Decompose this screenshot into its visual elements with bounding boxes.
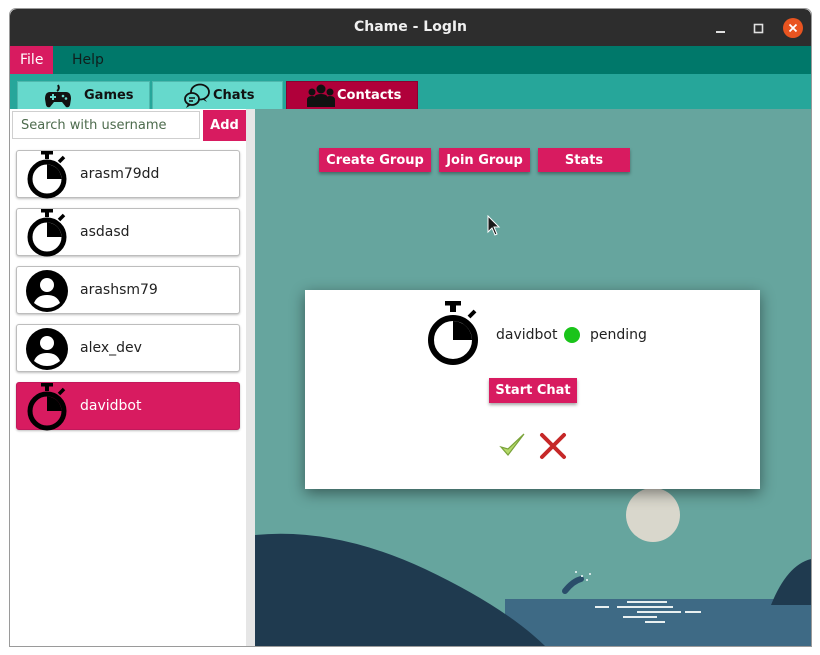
close-button[interactable] — [783, 18, 803, 38]
contact-item-arashsm79[interactable]: arashsm79 — [16, 266, 240, 314]
minimize-button[interactable] — [710, 18, 730, 38]
app-window: Chame - LogIn File Help Games Chats Cont… — [9, 8, 812, 647]
window-title: Chame - LogIn — [353, 19, 468, 35]
contact-request-dialog: davidbot pending Start Chat — [305, 290, 760, 489]
contact-name: arasm79dd — [80, 166, 160, 182]
join-group-button[interactable]: Join Group — [439, 148, 530, 172]
tab-contacts-label: Contacts — [337, 88, 402, 103]
accept-check-icon[interactable] — [498, 430, 526, 460]
tab-bar: Games Chats Contacts — [10, 74, 811, 109]
person-icon — [23, 267, 71, 315]
gamepad-icon — [44, 83, 72, 109]
contacts-sidebar: Add arasm79dd — [10, 109, 255, 646]
menu-file[interactable]: File — [10, 46, 54, 74]
contact-name: arashsm79 — [80, 282, 158, 298]
menu-help[interactable]: Help — [62, 46, 114, 74]
contact-item-alex-dev[interactable]: alex_dev — [16, 324, 240, 372]
main-panel: Create Group Join Group Stats davidbot p… — [255, 109, 811, 646]
tab-games[interactable]: Games — [17, 81, 150, 109]
dialog-status-text: pending — [590, 327, 647, 343]
contact-item-asdasd[interactable]: asdasd — [16, 208, 240, 257]
contact-name: alex_dev — [80, 340, 142, 356]
tab-chats-label: Chats — [213, 88, 255, 103]
contact-item-arasm79dd[interactable]: arasm79dd — [16, 150, 240, 199]
mouse-cursor-icon — [487, 215, 501, 236]
status-indicator — [564, 327, 580, 343]
search-input[interactable] — [12, 111, 200, 139]
menu-bar: File Help — [10, 46, 811, 74]
minimize-icon — [716, 31, 725, 33]
dialog-contact-name: davidbot — [496, 327, 558, 343]
tab-chats[interactable]: Chats — [152, 81, 283, 109]
person-icon — [23, 325, 71, 373]
stopwatch-icon — [23, 151, 71, 199]
create-group-button[interactable]: Create Group — [319, 148, 431, 172]
title-bar[interactable]: Chame - LogIn — [10, 9, 811, 46]
close-icon — [788, 23, 798, 33]
stats-button[interactable]: Stats — [538, 148, 630, 172]
reject-x-icon[interactable] — [538, 431, 568, 461]
stopwatch-icon — [425, 301, 483, 367]
maximize-icon — [753, 23, 764, 34]
tab-contacts[interactable]: Contacts — [286, 81, 418, 109]
maximize-button[interactable] — [748, 18, 768, 38]
stopwatch-icon — [23, 383, 71, 431]
chat-bubbles-icon — [183, 83, 211, 109]
contact-item-davidbot[interactable]: davidbot — [16, 382, 240, 431]
contact-name: davidbot — [80, 398, 142, 414]
start-chat-button[interactable]: Start Chat — [489, 378, 577, 403]
add-contact-button[interactable]: Add — [203, 110, 246, 141]
tab-games-label: Games — [84, 88, 134, 103]
stopwatch-icon — [23, 209, 71, 257]
contact-name: asdasd — [80, 224, 130, 240]
people-icon — [307, 83, 335, 109]
